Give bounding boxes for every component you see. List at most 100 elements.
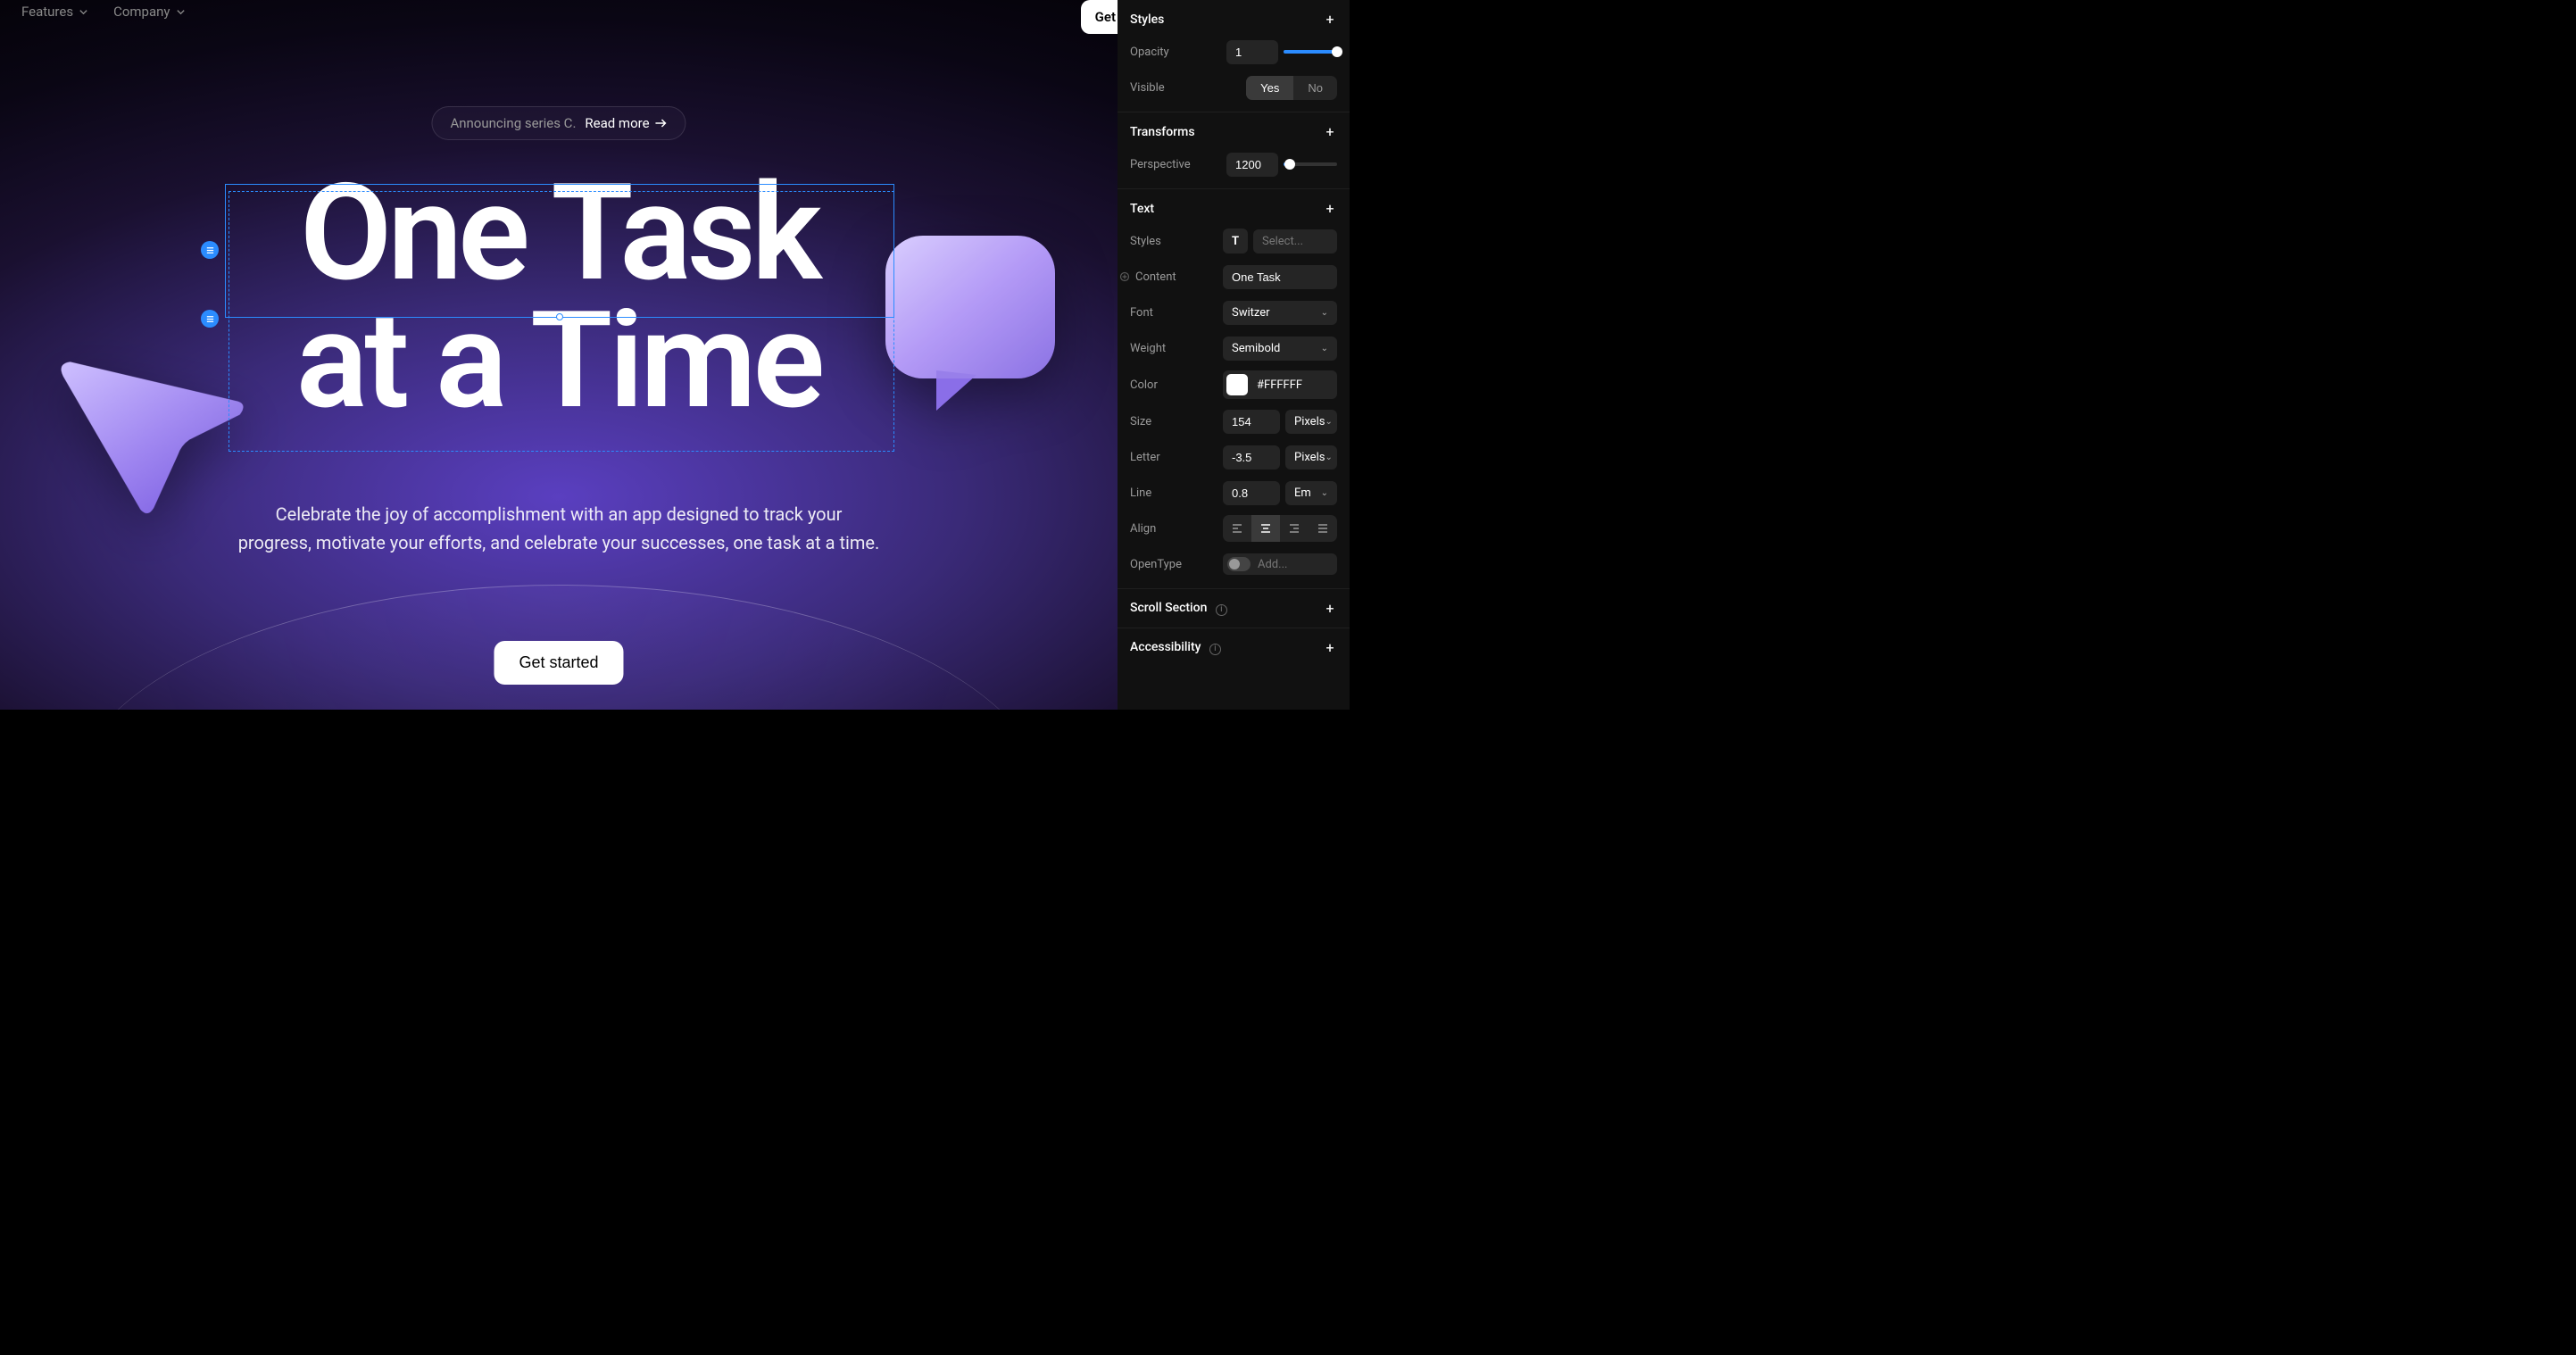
align-justify-button[interactable] xyxy=(1309,515,1337,542)
info-icon[interactable]: i xyxy=(1216,604,1227,616)
announcement-pill[interactable]: Announcing series C. Read more xyxy=(431,106,686,140)
info-icon[interactable]: i xyxy=(1209,644,1221,655)
align-segmented xyxy=(1223,515,1337,542)
align-left-icon xyxy=(1231,522,1243,535)
align-center-button[interactable] xyxy=(1251,515,1280,542)
chevron-down-icon: ⌄ xyxy=(1325,417,1332,427)
section-transforms: Transforms + Perspective xyxy=(1118,112,1350,189)
size-unit-select[interactable]: Pixels ⌄ xyxy=(1285,410,1337,434)
opentype-row: OpenType Add... xyxy=(1130,551,1337,578)
opentype-label: OpenType xyxy=(1130,558,1198,571)
align-left-button[interactable] xyxy=(1223,515,1251,542)
opentype-control[interactable]: Add... xyxy=(1223,553,1337,575)
layer-badge-icon[interactable] xyxy=(201,310,219,328)
line-input[interactable] xyxy=(1223,481,1280,505)
line-row: Line Em ⌄ xyxy=(1130,479,1337,506)
section-accessibility-title: Accessibility i xyxy=(1130,640,1221,655)
announcement-text: Announcing series C. xyxy=(450,115,576,131)
letter-unit-select[interactable]: Pixels ⌄ xyxy=(1285,445,1337,470)
add-style-button[interactable]: + xyxy=(1323,11,1337,28)
chevron-down-icon: ⌄ xyxy=(1325,453,1332,462)
weight-select[interactable]: Semibold ⌄ xyxy=(1223,337,1337,361)
add-accessibility-button[interactable]: + xyxy=(1323,639,1337,656)
link-override-icon[interactable] xyxy=(1119,271,1130,282)
color-row: Color #FFFFFF xyxy=(1130,370,1337,399)
read-more-text: Read more xyxy=(585,115,649,131)
opentype-toggle[interactable] xyxy=(1227,557,1251,571)
font-select[interactable]: Switzer ⌄ xyxy=(1223,301,1337,325)
visible-yes[interactable]: Yes xyxy=(1246,76,1293,100)
chevron-down-icon xyxy=(79,7,88,17)
hero-subheading[interactable]: Celebrate the joy of accomplishment with… xyxy=(237,500,880,557)
layer-badge-icon[interactable] xyxy=(201,241,219,259)
site-top-nav: Features Company xyxy=(21,0,186,20)
canvas-viewport: Features Company Get Announcing series C… xyxy=(0,0,1118,710)
perspective-slider[interactable] xyxy=(1284,162,1337,166)
get-label-fragment: Get xyxy=(1095,9,1116,25)
perspective-label: Perspective xyxy=(1130,158,1198,171)
letter-label: Letter xyxy=(1130,451,1198,464)
opacity-row: Opacity xyxy=(1130,38,1337,65)
chevron-down-icon: ⌄ xyxy=(1321,488,1328,498)
size-row: Size Pixels ⌄ xyxy=(1130,408,1337,435)
section-scroll: Scroll Section i + xyxy=(1118,589,1350,628)
content-row: Content xyxy=(1130,263,1337,290)
section-transforms-title: Transforms xyxy=(1130,125,1195,139)
color-label: Color xyxy=(1130,378,1198,392)
text-styles-select[interactable]: Select... xyxy=(1253,229,1337,254)
nav-features[interactable]: Features xyxy=(21,4,88,20)
get-started-button[interactable]: Get started xyxy=(494,641,623,685)
add-transform-button[interactable]: + xyxy=(1323,123,1337,140)
weight-label: Weight xyxy=(1130,342,1198,355)
align-right-button[interactable] xyxy=(1280,515,1309,542)
section-styles: Styles + Opacity Visible Yes No xyxy=(1118,0,1350,112)
color-swatch xyxy=(1226,374,1248,395)
h1-wrap: One Task at a Time xyxy=(296,170,822,424)
align-label: Align xyxy=(1130,522,1198,536)
align-justify-icon xyxy=(1317,522,1329,535)
nav-features-label: Features xyxy=(21,4,73,20)
text-styles-label: Styles xyxy=(1130,235,1198,248)
get-started-nav-button-cut[interactable]: Get xyxy=(1081,0,1118,34)
font-value: Switzer xyxy=(1232,306,1270,320)
section-styles-title: Styles xyxy=(1130,12,1164,27)
line-unit-select[interactable]: Em ⌄ xyxy=(1285,481,1337,505)
hero-h1-line1[interactable]: One Task xyxy=(296,170,822,297)
opacity-slider[interactable] xyxy=(1284,50,1337,54)
visible-no[interactable]: No xyxy=(1293,76,1337,100)
visible-label: Visible xyxy=(1130,81,1198,95)
size-unit-value: Pixels xyxy=(1294,415,1325,428)
chevron-down-icon: ⌄ xyxy=(1321,344,1328,353)
nav-company[interactable]: Company xyxy=(113,4,185,20)
add-text-button[interactable]: + xyxy=(1323,200,1337,217)
hero-headline: One Task at a Time xyxy=(0,170,1118,424)
line-label: Line xyxy=(1130,486,1198,500)
text-styles-row: Styles T Select... xyxy=(1130,228,1337,254)
perspective-input[interactable] xyxy=(1226,153,1278,177)
text-style-icon[interactable]: T xyxy=(1223,229,1248,254)
letter-input[interactable] xyxy=(1223,445,1280,470)
letter-unit-value: Pixels xyxy=(1294,451,1325,464)
opacity-input[interactable] xyxy=(1226,40,1278,64)
hero-h1-line2[interactable]: at a Time xyxy=(296,297,822,425)
section-text-title: Text xyxy=(1130,202,1154,216)
section-accessibility: Accessibility i + xyxy=(1118,628,1350,667)
content-input[interactable] xyxy=(1223,265,1337,289)
align-center-icon xyxy=(1259,522,1272,535)
size-input[interactable] xyxy=(1223,410,1280,434)
add-scroll-button[interactable]: + xyxy=(1323,600,1337,617)
opacity-label: Opacity xyxy=(1130,46,1198,59)
perspective-row: Perspective xyxy=(1130,151,1337,178)
arrow-right-icon xyxy=(655,118,668,129)
weight-value: Semibold xyxy=(1232,342,1280,355)
read-more-link[interactable]: Read more xyxy=(585,115,667,131)
color-picker[interactable]: #FFFFFF xyxy=(1223,370,1337,399)
color-value: #FFFFFF xyxy=(1257,378,1302,392)
visible-segmented: Yes No xyxy=(1246,76,1337,100)
section-scroll-title: Scroll Section i xyxy=(1130,601,1227,616)
align-row: Align xyxy=(1130,515,1337,542)
opentype-placeholder: Add... xyxy=(1258,558,1287,571)
size-label: Size xyxy=(1130,415,1198,428)
content-label: Content xyxy=(1119,270,1194,284)
section-text: Text + Styles T Select... Content Font xyxy=(1118,189,1350,589)
